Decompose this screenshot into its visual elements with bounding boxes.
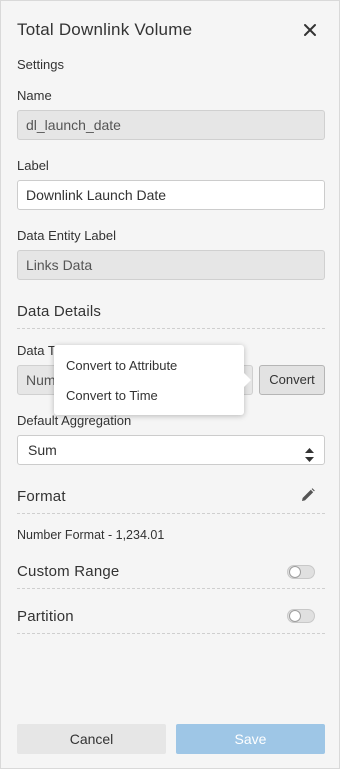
- entity-label: Data Entity Label: [17, 228, 117, 243]
- toggle-knob: [289, 610, 301, 622]
- panel-header: Total Downlink Volume: [17, 19, 323, 43]
- close-icon[interactable]: [301, 21, 319, 39]
- save-button[interactable]: Save: [176, 724, 325, 754]
- name-field: dl_launch_date: [17, 110, 325, 140]
- convert-menu-popover: Convert to Attribute Convert to Time: [54, 345, 251, 415]
- data-details-section: Data Details: [17, 299, 325, 329]
- name-label: Name: [17, 88, 52, 103]
- panel-title: Total Downlink Volume: [17, 20, 193, 39]
- field-settings-panel: Total Downlink Volume Settings Name dl_l…: [0, 0, 340, 769]
- partition-toggle[interactable]: [287, 609, 315, 623]
- sort-arrows-icon: [305, 443, 314, 462]
- cancel-button[interactable]: Cancel: [17, 724, 166, 754]
- settings-caption: Settings: [17, 57, 64, 72]
- aggregation-label: Default Aggregation: [17, 413, 132, 428]
- convert-button[interactable]: Convert: [259, 365, 325, 395]
- custom-range-toggle[interactable]: [287, 565, 315, 579]
- pencil-icon[interactable]: [301, 488, 315, 502]
- number-format-text: Number Format - 1,234.01: [17, 528, 165, 542]
- label-field[interactable]: Downlink Launch Date: [17, 180, 325, 210]
- partition-section: Partition: [17, 604, 325, 634]
- label-label: Label: [17, 158, 49, 173]
- custom-range-heading: Custom Range: [17, 563, 120, 580]
- toggle-knob: [289, 566, 301, 578]
- custom-range-section: Custom Range: [17, 559, 325, 589]
- convert-to-time-item[interactable]: Convert to Time: [66, 388, 158, 403]
- convert-to-attribute-item[interactable]: Convert to Attribute: [66, 358, 177, 373]
- format-heading: Format: [17, 488, 66, 505]
- partition-heading: Partition: [17, 608, 74, 625]
- popover-pointer: [244, 373, 251, 387]
- entity-field: Links Data: [17, 250, 325, 280]
- format-section: Format: [17, 484, 325, 514]
- data-details-heading: Data Details: [17, 303, 102, 320]
- aggregation-value: Sum: [28, 442, 57, 458]
- aggregation-select[interactable]: Sum: [17, 435, 325, 465]
- data-type-label: Data T: [17, 343, 56, 358]
